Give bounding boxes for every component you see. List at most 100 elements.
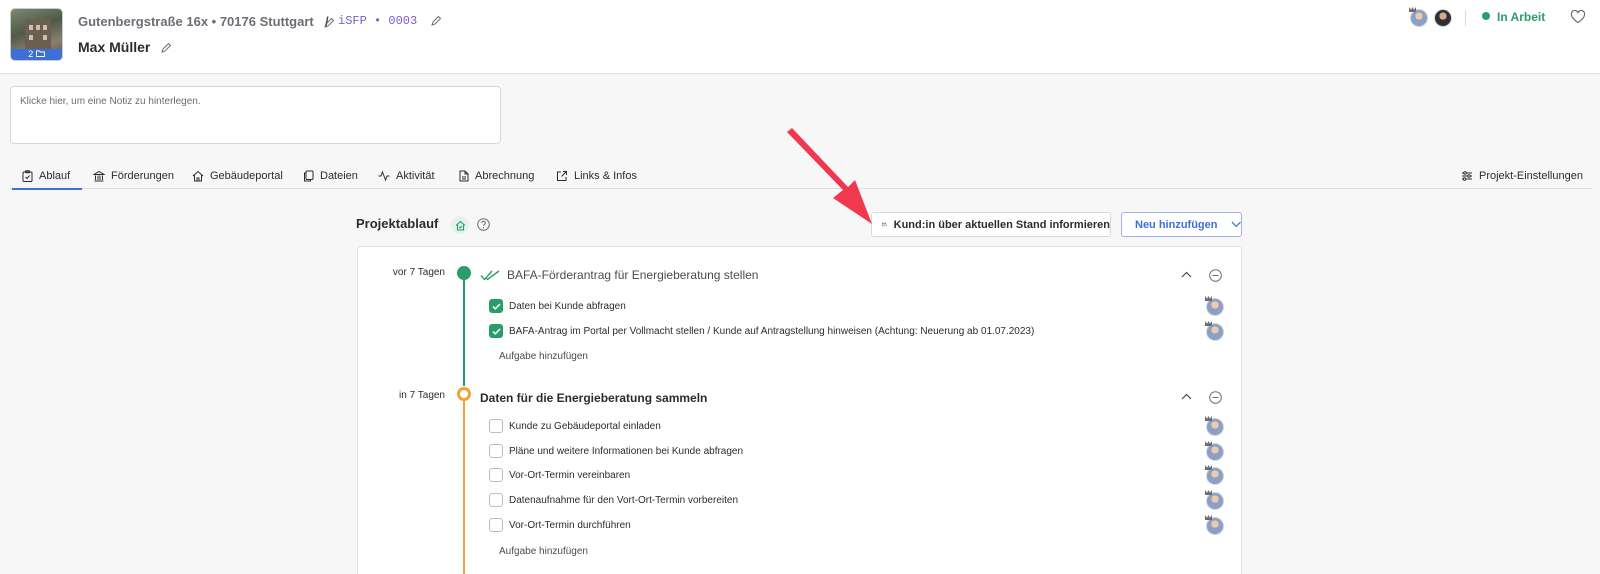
timeline-title: Projektablauf <box>356 216 439 231</box>
edit-name-pencil-icon[interactable] <box>160 42 172 54</box>
task-assignee-avatar[interactable] <box>1205 296 1224 316</box>
house-check-icon <box>455 220 465 231</box>
building-window <box>43 25 47 30</box>
gebaeudeportal-badge[interactable] <box>451 216 469 234</box>
project-settings-button[interactable]: Projekt-Einstellungen <box>1461 168 1583 184</box>
header-divider <box>1465 10 1466 26</box>
team-member-avatar[interactable] <box>1434 9 1452 27</box>
project-code-line: iSFP • 0003 <box>338 14 442 28</box>
task-checkbox[interactable] <box>489 419 503 433</box>
task-assignee-avatar[interactable] <box>1205 490 1224 510</box>
task-assignee-avatar[interactable] <box>1205 515 1224 535</box>
more-options-icon[interactable] <box>1209 391 1222 404</box>
add-task-link[interactable]: Aufgabe hinzufügen <box>499 351 588 362</box>
tab-gebaeudeportal[interactable]: Gebäudeportal <box>192 168 283 184</box>
task-checkbox[interactable] <box>489 493 503 507</box>
project-address: Gutenbergstraße 16x • 70176 Stuttgart <box>78 14 314 29</box>
chevron-down-icon <box>1231 221 1241 228</box>
inform-customer-button[interactable]: Kund:in über aktuellen Stand informieren <box>871 212 1111 237</box>
tab-label: Ablauf <box>39 170 71 182</box>
status-dot-icon <box>1482 12 1490 20</box>
section-title[interactable]: BAFA-Förderantrag für Energieberatung st… <box>507 268 758 282</box>
annotation-arrow-icon <box>787 128 872 224</box>
project-note-field[interactable]: Klicke hier, um eine Notiz zu hinterlege… <box>10 86 501 144</box>
sliders-icon <box>1462 171 1472 181</box>
customer-name-line: Max Müller <box>78 39 172 55</box>
tab-dateien[interactable]: Dateien <box>303 168 358 184</box>
team-member-avatar[interactable] <box>1409 7 1428 27</box>
clipboard-icon <box>22 170 33 182</box>
task-label: BAFA-Antrag im Portal per Vollmacht stel… <box>509 325 1035 337</box>
task-checkbox[interactable] <box>489 299 503 313</box>
customer-name: Max Müller <box>78 39 151 55</box>
task-item[interactable]: Kunde zu Gebäudeportal einladen <box>489 418 661 434</box>
task-item[interactable]: Datenaufnahme für den Vort-Ort-Termin vo… <box>489 492 738 508</box>
timeline-line-open <box>463 401 465 574</box>
project-code[interactable]: iSFP • 0003 <box>338 14 417 28</box>
task-item[interactable]: BAFA-Antrag im Portal per Vollmacht stel… <box>489 323 1034 339</box>
photo-count: 2 <box>28 49 34 59</box>
timeline-line-done <box>463 278 465 386</box>
task-assignee-avatar[interactable] <box>1205 465 1224 485</box>
task-label: Daten bei Kunde abfragen <box>509 300 626 312</box>
task-item[interactable]: Vor-Ort-Termin durchführen <box>489 517 631 533</box>
building-photo[interactable]: 2 <box>10 8 63 61</box>
activity-icon <box>378 170 390 182</box>
task-checkbox[interactable] <box>489 468 503 482</box>
house-icon <box>192 170 204 182</box>
task-checkbox[interactable] <box>489 444 503 458</box>
status-badge[interactable]: In Arbeit <box>1482 10 1545 24</box>
mail-send-icon <box>882 222 887 227</box>
timeline-node-done <box>457 266 471 280</box>
note-placeholder: Klicke hier, um eine Notiz zu hinterlege… <box>20 96 201 107</box>
breadcrumb-separator: / <box>325 14 329 29</box>
task-item[interactable]: Pläne und weitere Informationen bei Kund… <box>489 443 743 459</box>
files-icon <box>304 170 314 182</box>
crown-icon <box>1409 7 1416 12</box>
tab-label: Abrechnung <box>475 170 535 182</box>
bank-icon <box>93 170 105 182</box>
tab-links-infos[interactable]: Links & Infos <box>556 168 637 184</box>
task-checkbox[interactable] <box>489 324 503 338</box>
checkmark-icon <box>491 302 501 310</box>
help-icon[interactable] <box>477 218 490 231</box>
task-checkbox[interactable] <box>489 518 503 532</box>
task-label: Pläne und weitere Informationen bei Kund… <box>509 445 744 457</box>
task-assignee-avatar[interactable] <box>1205 321 1224 341</box>
section-title[interactable]: Daten für die Energieberatung sammeln <box>480 391 707 405</box>
task-label: Vor-Ort-Termin vereinbaren <box>509 469 631 481</box>
tab-label: Dateien <box>320 170 358 182</box>
double-check-icon <box>480 270 500 281</box>
task-assignee-avatar[interactable] <box>1205 416 1224 436</box>
task-assignee-avatar[interactable] <box>1205 441 1224 461</box>
add-task-link[interactable]: Aufgabe hinzufügen <box>499 546 588 557</box>
task-item[interactable]: Daten bei Kunde abfragen <box>489 298 626 314</box>
external-link-icon <box>557 171 567 181</box>
building-window <box>36 25 40 30</box>
tab-aktivitaet[interactable]: Aktivität <box>378 168 435 184</box>
folder-icon <box>35 50 45 57</box>
more-options-icon[interactable] <box>1209 269 1222 282</box>
building-window <box>29 25 33 30</box>
tab-abrechnung[interactable]: Abrechnung <box>459 168 534 184</box>
favorite-heart-icon[interactable] <box>1570 10 1586 24</box>
tab-ablauf[interactable]: Ablauf <box>11 168 83 190</box>
tab-label: Gebäudeportal <box>210 170 283 182</box>
inform-customer-label: Kund:in über aktuellen Stand informieren <box>893 218 1110 231</box>
task-item[interactable]: Vor-Ort-Termin vereinbaren <box>489 467 630 483</box>
task-label: Vor-Ort-Termin durchführen <box>509 519 631 531</box>
address-line: Gutenbergstraße 16x • 70176 Stuttgart <box>78 14 335 29</box>
add-new-dropdown-button[interactable]: Neu hinzufügen <box>1121 212 1242 237</box>
edit-project-code-pencil-icon[interactable] <box>430 15 442 27</box>
tab-label: Aktivität <box>396 170 435 182</box>
tab-label: Förderungen <box>111 170 174 182</box>
add-new-label: Neu hinzufügen <box>1135 218 1218 231</box>
photo-count-bar: 2 <box>11 49 62 60</box>
status-label: In Arbeit <box>1497 10 1546 24</box>
invoice-icon <box>459 170 469 182</box>
task-label: Datenaufnahme für den Vort-Ort-Termin vo… <box>509 494 738 506</box>
section-date: in 7 Tagen <box>399 390 445 401</box>
collapse-chevron-up-icon[interactable] <box>1181 393 1192 400</box>
tab-foerderungen[interactable]: Förderungen <box>93 168 174 184</box>
collapse-chevron-up-icon[interactable] <box>1181 271 1192 278</box>
